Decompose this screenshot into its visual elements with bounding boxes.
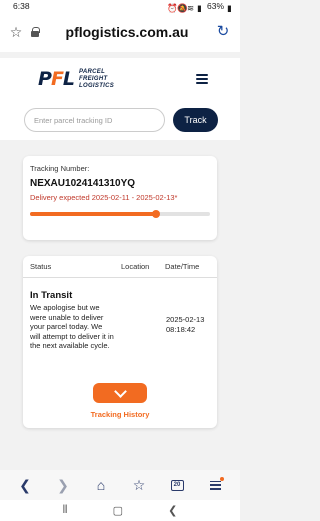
system-nav-bar: ⦀ ▢ ❮ <box>0 500 240 521</box>
delivery-expected: Delivery expected 2025-02-11 - 2025-02-1… <box>30 193 178 202</box>
expand-history-button[interactable] <box>93 383 147 403</box>
browser-url-bar: ☆ pflogistics.com.au ↻ <box>0 12 240 52</box>
progress-fill <box>30 212 156 216</box>
event-status: In Transit <box>30 290 73 301</box>
browser-bottom-nav: ❮ ❯ ⌂ ☆ 20 <box>0 470 240 500</box>
event-description: We apologise but we were unable to deliv… <box>30 303 114 350</box>
history-row: In Transit We apologise but we were unab… <box>23 278 217 351</box>
event-date: 2025-02-13 <box>166 315 205 324</box>
event-datetime: 2025-02-13 08:18:42 <box>166 315 204 334</box>
tracking-id-input[interactable] <box>24 108 165 132</box>
event-time: 08:18:42 <box>166 324 196 334</box>
column-datetime: Date/Time <box>165 262 200 271</box>
bookmarks-icon[interactable]: ☆ <box>128 474 150 496</box>
tracking-search: Track <box>0 100 240 140</box>
tracking-number: NEXAU1024141310YQ <box>30 178 136 189</box>
pfl-logo[interactable]: PFL PARCEL FREIGHT LOGISTICS <box>38 68 114 90</box>
chevron-down-icon <box>113 384 127 398</box>
battery-level: 63% <box>206 1 224 11</box>
track-button[interactable]: Track <box>173 108 218 132</box>
system-back-icon[interactable]: ❮ <box>168 504 177 517</box>
hamburger-menu-icon[interactable] <box>196 74 208 84</box>
alarm-icon: ⏰ <box>166 2 178 13</box>
logo-wordmark: PARCEL FREIGHT LOGISTICS <box>79 68 115 89</box>
tabs-button[interactable]: 20 <box>166 474 188 496</box>
wifi-icon: ≋ <box>186 2 195 13</box>
tracking-history-link[interactable]: Tracking History <box>23 410 217 419</box>
progress-marker <box>152 210 160 218</box>
battery-icon: ▮ <box>227 2 232 13</box>
delivery-progress-bar <box>30 210 210 218</box>
mute-icon: 🔕 <box>176 2 188 13</box>
home-icon[interactable]: ⌂ <box>90 474 112 496</box>
home-button-icon[interactable]: ▢ <box>113 504 123 517</box>
browser-menu-icon[interactable] <box>204 474 226 496</box>
signal-icon: ▮ <box>196 2 202 13</box>
site-header: PFL PARCEL FREIGHT LOGISTICS <box>0 58 240 100</box>
history-table-header: Status Location Date/Time <box>23 256 217 278</box>
status-icons: ⏰ 🔕 ≋ ▮ 63% ▮ <box>166 1 234 13</box>
tracking-number-label: Tracking Number: <box>30 164 90 173</box>
tracking-history-card: Status Location Date/Time In Transit We … <box>23 256 217 428</box>
url-text[interactable]: pflogistics.com.au <box>46 24 208 40</box>
column-status: Status <box>30 262 52 271</box>
logo-mark: PFL <box>38 68 75 90</box>
status-time: 6:38 <box>13 1 30 11</box>
notification-dot <box>220 477 224 481</box>
column-location: Location <box>121 262 150 271</box>
status-bar: 6:38 ⏰ 🔕 ≋ ▮ 63% ▮ <box>0 0 240 13</box>
tab-count: 20 <box>170 479 184 491</box>
reload-icon[interactable]: ↻ <box>214 23 232 41</box>
tracking-summary-card: Tracking Number: NEXAU1024141310YQ Deliv… <box>23 156 217 240</box>
bookmark-star-icon[interactable]: ☆ <box>8 24 24 41</box>
forward-icon[interactable]: ❯ <box>52 474 74 496</box>
lock-icon[interactable] <box>30 27 40 37</box>
recent-apps-icon[interactable]: ⦀ <box>63 504 68 517</box>
phone-screen: 6:38 ⏰ 🔕 ≋ ▮ 63% ▮ ☆ pflogistics.com.au … <box>0 0 240 521</box>
back-icon[interactable]: ❮ <box>14 474 36 496</box>
